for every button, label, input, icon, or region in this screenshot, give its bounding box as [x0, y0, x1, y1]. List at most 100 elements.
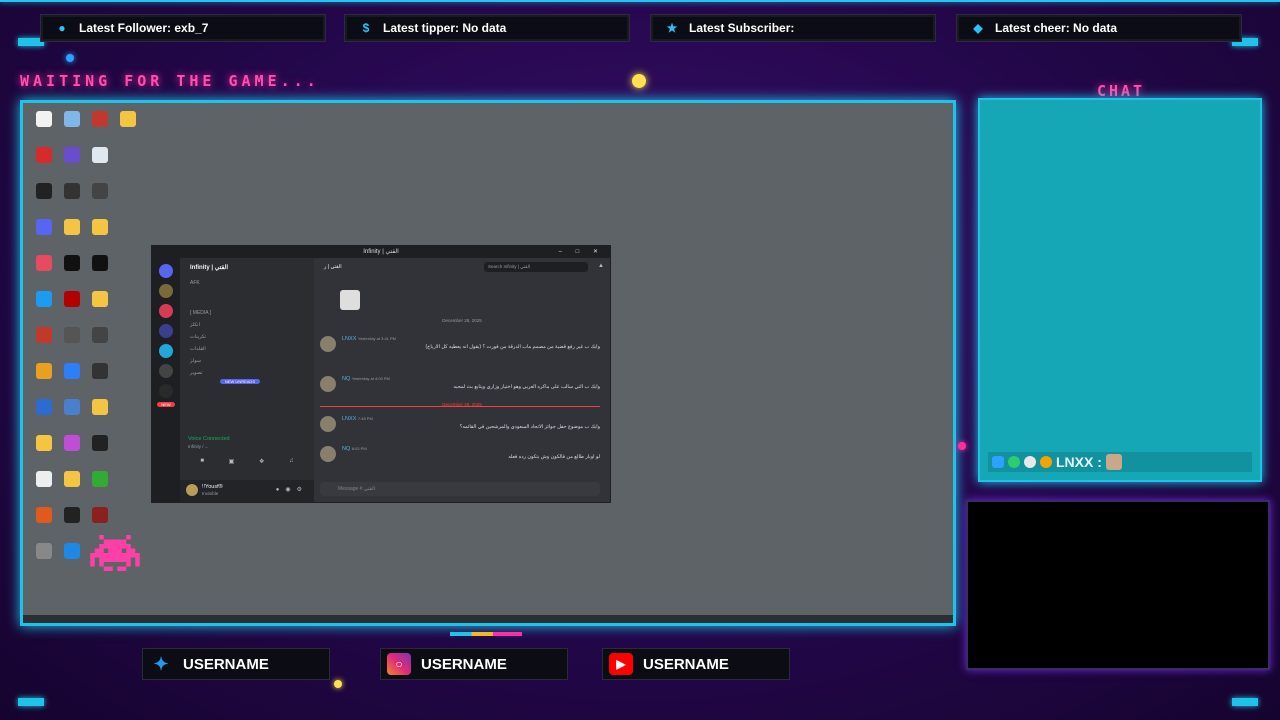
screen-share-icon[interactable]: ▣ — [229, 458, 235, 465]
desktop-icon[interactable] — [31, 507, 57, 541]
channel-item[interactable]: تكرينات — [180, 331, 314, 343]
discord-window[interactable]: Infinity | القتي – □ ✕ NEW Infinity | ال… — [151, 245, 611, 503]
channel-item[interactable]: سولز — [180, 355, 314, 367]
corner-accent-br — [1232, 698, 1258, 706]
server-icon[interactable] — [159, 384, 173, 398]
channel-item[interactable]: تصوير — [180, 367, 314, 379]
desktop-icon[interactable] — [31, 255, 57, 289]
desktop-icon[interactable] — [31, 399, 57, 433]
user-name[interactable]: !!Yousf® — [202, 484, 223, 490]
desktop-icon[interactable] — [59, 435, 85, 469]
activity-icon[interactable]: ❖ — [259, 458, 264, 465]
user-panel: !!Yousf® Invisible ●◉⚙ — [180, 480, 314, 502]
desktop-icon[interactable] — [59, 363, 85, 397]
desktop-icon[interactable] — [87, 327, 113, 361]
avatar[interactable] — [320, 446, 336, 462]
desktop-icon[interactable] — [87, 147, 113, 181]
mod-badge-icon — [1024, 456, 1036, 468]
desktop-icon[interactable] — [31, 291, 57, 325]
desktop-icon[interactable] — [59, 507, 85, 541]
avatar[interactable] — [320, 336, 336, 352]
desktop-icon[interactable] — [59, 147, 85, 181]
emote-icon — [1105, 454, 1122, 470]
desktop-icon[interactable] — [31, 147, 57, 181]
latest-cheer-label: Latest cheer: No data — [995, 21, 1118, 35]
desktop-icon[interactable] — [31, 543, 57, 577]
chat-panel: LNXX : — [978, 98, 1262, 482]
server-icon[interactable] — [159, 364, 173, 378]
desktop-icon[interactable] — [59, 183, 85, 217]
channel-media-category[interactable]: [ MEDIA ] — [180, 307, 314, 319]
avatar[interactable] — [320, 416, 336, 432]
desktop-icon[interactable] — [87, 399, 113, 433]
latest-cheer-bar: ◆ Latest cheer: No data — [956, 14, 1242, 42]
desktop-icon[interactable] — [31, 183, 57, 217]
server-icon[interactable] — [159, 324, 173, 338]
desktop-icon[interactable] — [59, 543, 85, 577]
latest-follower-label: Latest Follower: exb_7 — [79, 21, 209, 35]
blue-dot — [66, 54, 74, 62]
desktop-icon[interactable] — [87, 111, 113, 145]
desktop-icon[interactable] — [87, 471, 113, 505]
channel-afk[interactable]: AFK — [180, 277, 314, 289]
desktop-icon[interactable] — [87, 291, 113, 325]
accent-bar — [450, 632, 522, 636]
server-icon[interactable] — [159, 344, 173, 358]
youtube-icon: ▶ — [609, 653, 633, 675]
server-icon[interactable] — [159, 304, 173, 318]
avatar[interactable] — [320, 376, 336, 392]
desktop-icon[interactable] — [31, 363, 57, 397]
desktop-icon[interactable] — [87, 435, 113, 469]
channel-item[interactable]: القلدات — [180, 343, 314, 355]
desktop-icon[interactable] — [31, 219, 57, 253]
camera-icon[interactable]: ■ — [200, 458, 204, 465]
chat-message-row: LNXX : — [988, 452, 1252, 472]
desktop-icon[interactable] — [115, 111, 141, 145]
channel-item[interactable]: انكلز — [180, 319, 314, 331]
message-time: 7:48 PM — [357, 416, 373, 421]
desktop-icon[interactable] — [59, 291, 85, 325]
desktop-icon[interactable] — [87, 255, 113, 289]
desktop-icon[interactable] — [87, 183, 113, 217]
new-unreads-pill[interactable]: NEW UNREADS — [220, 379, 260, 384]
avatar[interactable] — [186, 484, 198, 496]
discord-title-bar[interactable]: Infinity | القتي – □ ✕ — [152, 246, 610, 258]
desktop-icon[interactable] — [31, 327, 57, 361]
desktop-icon[interactable] — [59, 399, 85, 433]
mic-icon[interactable]: ● — [276, 487, 286, 493]
windows-taskbar[interactable] — [23, 615, 953, 623]
new-badge: NEW — [157, 402, 175, 407]
desktop-icon[interactable] — [59, 471, 85, 505]
channel-header: القتي | ر — [324, 264, 342, 270]
date-divider-1: December 28, 2025 — [442, 318, 482, 323]
gear-icon[interactable]: ⚙ — [297, 487, 308, 493]
discord-server-list: NEW — [152, 258, 180, 502]
desktop-icon[interactable] — [87, 363, 113, 397]
message-text: وابك ب التي سالب على ماكره العربي وهو اخ… — [453, 384, 600, 390]
desktop-icon[interactable] — [31, 111, 57, 145]
server-icon[interactable] — [159, 284, 173, 298]
desktop-icon[interactable] — [87, 219, 113, 253]
inbox-icon[interactable]: ▲ — [598, 263, 604, 269]
yellow-dot — [334, 680, 342, 688]
instagram-username: USERNAME — [421, 655, 507, 673]
window-controls[interactable]: – □ ✕ — [559, 246, 604, 258]
desktop-icon[interactable] — [59, 255, 85, 289]
discord-home-icon[interactable] — [159, 264, 173, 278]
latest-subscriber-bar: ★ Latest Subscriber: — [650, 14, 936, 42]
server-name[interactable]: Infinity | القتي — [180, 258, 314, 277]
message-input[interactable]: Message # القتي — [320, 482, 600, 496]
message-author: NQ — [342, 446, 351, 452]
search-input[interactable]: Search Infinity | القتي — [484, 262, 588, 272]
user-controls: ●◉⚙ — [276, 486, 308, 493]
soundboard-icon[interactable]: ♫ — [289, 458, 294, 465]
diamond-icon: ◆ — [973, 21, 983, 35]
desktop-icon[interactable] — [59, 219, 85, 253]
desktop-icon[interactable] — [59, 327, 85, 361]
youtube-social-bar: ▶ USERNAME — [602, 648, 790, 680]
desktop-icon[interactable] — [59, 111, 85, 145]
desktop-icon[interactable] — [31, 471, 57, 505]
space-invader-icon — [87, 535, 147, 575]
headphones-icon[interactable]: ◉ — [285, 487, 296, 493]
desktop-icon[interactable] — [31, 435, 57, 469]
